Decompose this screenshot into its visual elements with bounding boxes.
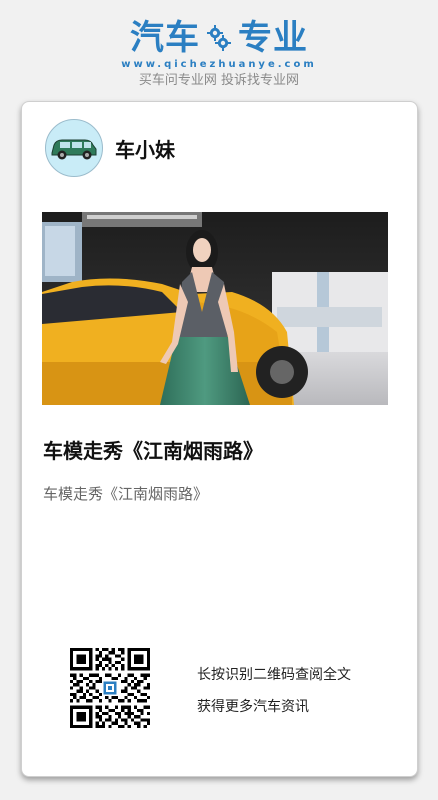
article-card[interactable]: 车小妹 车模走秀《江南烟雨路》 车模走秀《江南烟雨路》 长按识别二维码查阅全文 … bbox=[21, 101, 418, 777]
share-poster: 汽车 专业 www.qichezhuanye.com 买车问专业网 投诉找专业网… bbox=[0, 0, 438, 800]
brand-url: www.qichezhuanye.com bbox=[121, 59, 317, 70]
brand-slogan: 买车问专业网 投诉找专业网 bbox=[138, 73, 300, 88]
brand-header: 汽车 专业 www.qichezhuanye.com 买车问专业网 投诉找专业网 bbox=[0, 18, 438, 90]
qr-instruction-line2: 获得更多汽车资讯 bbox=[197, 699, 309, 715]
article-title[interactable]: 车模走秀《江南烟雨路》 bbox=[43, 437, 393, 465]
brand-logo: 汽车 专业 bbox=[0, 18, 438, 58]
author-name: 车小妹 bbox=[115, 137, 175, 162]
logo-text-left: 汽车 bbox=[130, 18, 200, 58]
article-photo[interactable] bbox=[42, 212, 388, 405]
author-row: 车小妹 bbox=[45, 119, 175, 177]
qr-instructions: 长按识别二维码查阅全文 获得更多汽车资讯 bbox=[197, 659, 351, 723]
qr-instruction-line1: 长按识别二维码查阅全文 bbox=[197, 667, 351, 683]
logo-text-right: 专业 bbox=[238, 18, 308, 58]
qr-code-icon[interactable] bbox=[70, 648, 150, 728]
article-summary: 车模走秀《江南烟雨路》 bbox=[43, 485, 209, 503]
car-icon bbox=[51, 139, 97, 160]
avatar bbox=[45, 119, 103, 177]
gear-icon bbox=[204, 23, 234, 53]
